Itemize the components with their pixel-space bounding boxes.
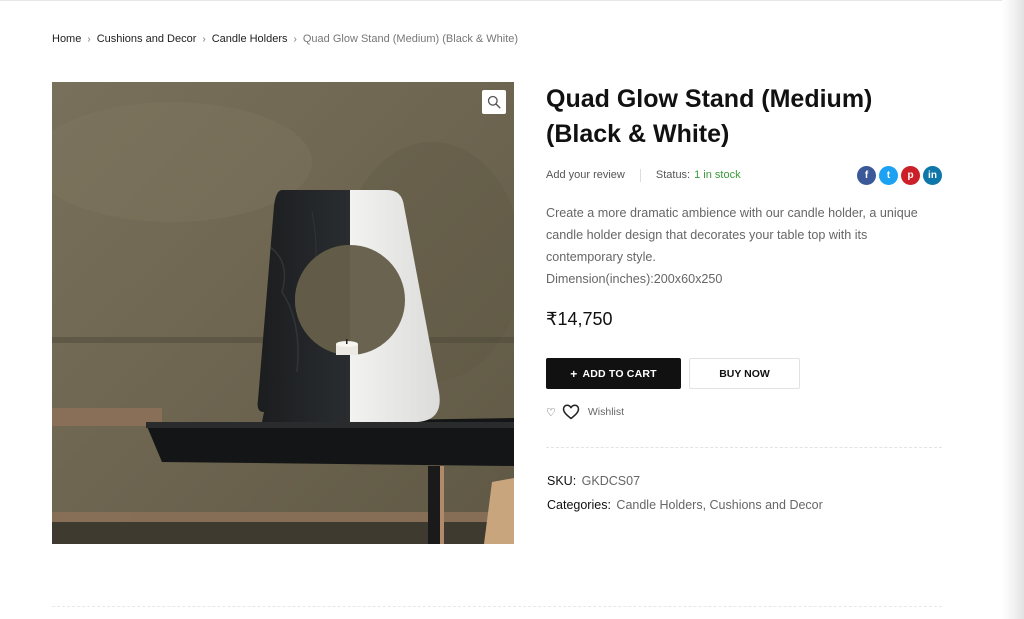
product-image[interactable] [52,82,514,544]
pinterest-icon[interactable]: p [901,165,920,185]
breadcrumb-current: Quad Glow Stand (Medium) (Black & White) [302,33,519,45]
zoom-button[interactable] [482,90,506,114]
product-title: Quad Glow Stand (Medium) (Black & White) [546,82,946,152]
share-icons: f t p in [857,165,942,185]
plus-icon: + [570,366,578,381]
product-description: Create a more dramatic ambience with our… [546,206,918,264]
top-divider [0,0,1004,1]
breadcrumb-candle-holders[interactable]: Candle Holders [212,33,288,45]
sku-label: SKU: [547,474,577,488]
twitter-icon[interactable]: t [879,165,898,185]
product-photo [52,82,514,544]
breadcrumb-separator: › [87,33,91,45]
product-price: ₹14,750 [546,309,613,329]
categories-value[interactable]: Candle Holders, Cushions and Decor [616,498,822,512]
breadcrumb-cushions-and-decor[interactable]: Cushions and Decor [97,33,197,45]
product-meta-row: Add your review Status: 1 in stock f t p… [546,164,942,186]
buy-now-button[interactable]: BUY NOW [689,358,800,389]
product-title-line-1: Quad Glow Stand (Medium) [546,85,873,113]
facebook-icon[interactable]: f [857,165,876,185]
breadcrumb-home[interactable]: Home [52,33,81,45]
sku-row: SKU: GKDCS07 [547,474,640,488]
product-dimension: Dimension(inches):200x60x250 [546,272,723,286]
linkedin-icon[interactable]: in [923,165,942,185]
breadcrumb: Home › Cushions and Decor › Candle Holde… [52,33,518,45]
stock-status: 1 in stock [694,169,741,181]
wishlist-heart-icon[interactable] [562,404,580,420]
categories-label: Categories: [547,498,611,512]
product-title-line-2: (Black & White) [546,120,730,148]
add-to-cart-button[interactable]: + ADD TO CART [546,358,681,389]
heart-outline-icon: ♡ [546,406,556,419]
breadcrumb-separator: › [293,33,297,45]
sku-value: GKDCS07 [581,474,641,488]
wishlist-label[interactable]: Wishlist [588,406,624,418]
breadcrumb-separator: › [202,33,206,45]
section-divider [546,447,942,448]
buy-now-label: BUY NOW [719,367,770,380]
add-to-cart-label: ADD TO CART [582,367,657,380]
status-label: Status: [655,169,691,181]
categories-row: Categories: Candle Holders, Cushions and… [547,498,823,512]
meta-divider [639,168,641,182]
zoom-icon [487,95,501,109]
wishlist-button[interactable]: ♡ Wishlist [546,403,624,421]
scroll-shadow [1002,0,1024,619]
add-review-link[interactable]: Add your review [546,169,625,181]
bottom-divider [52,606,942,607]
